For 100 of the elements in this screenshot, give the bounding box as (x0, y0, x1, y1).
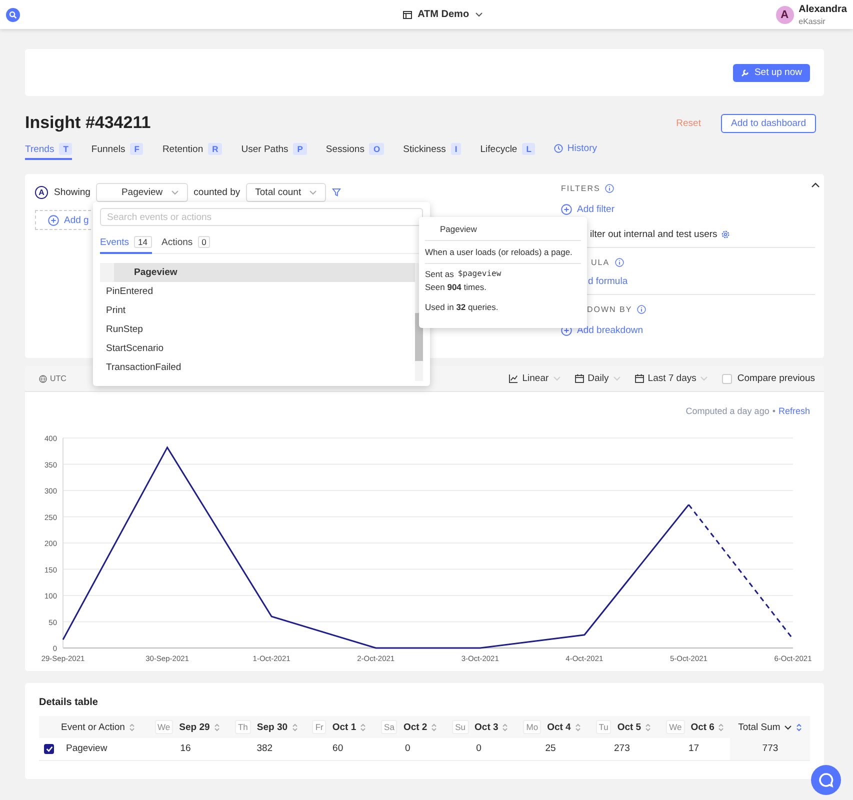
calendar-icon (574, 374, 584, 383)
sort-icon (128, 722, 135, 732)
insight-tab[interactable]: Trends T (25, 143, 72, 160)
formula-heading: ULA (591, 258, 610, 267)
breakdown-heading: DOWN BY (587, 305, 632, 314)
event-option[interactable]: RunStep (100, 320, 415, 339)
search-field[interactable]: Search events or actions (100, 208, 423, 226)
column-header[interactable]: Total Sum (730, 716, 810, 738)
add-graph-button[interactable]: Add g (35, 210, 91, 230)
insight-tab[interactable]: Stickiness I (403, 143, 462, 160)
chat-button[interactable] (811, 765, 841, 795)
gear-icon[interactable] (721, 230, 730, 239)
table-cell: 0 (372, 738, 444, 760)
event-option[interactable]: StartScenario (100, 339, 415, 358)
counted-by-label: counted by (194, 186, 240, 198)
compare-label: Compare previous (737, 373, 815, 384)
table-cell: 16 (145, 738, 226, 760)
dropdown-tab[interactable]: Events 14 (100, 232, 152, 254)
column-header[interactable]: Th Sep 30 (226, 716, 304, 738)
chevron-down-icon (700, 376, 708, 381)
column-header[interactable]: Fr Oct 1 (304, 716, 372, 738)
table-cell: 773 (730, 738, 810, 760)
separator-dot: • (772, 406, 776, 418)
sort-icon (214, 722, 220, 732)
chevron-down-icon (612, 376, 621, 381)
computed-note: Computed a day ago (686, 406, 770, 418)
filter-icon[interactable] (332, 188, 342, 196)
line-chart-icon (509, 374, 518, 383)
refresh-link[interactable]: Refresh (778, 406, 810, 426)
test-users-label: ilter out internal and test users (590, 229, 718, 240)
table-cell: 382 (226, 738, 304, 760)
column-header[interactable]: Su Oct 3 (443, 716, 514, 738)
series-letter-badge: A (35, 186, 48, 198)
setup-button[interactable]: Set up now (733, 64, 810, 82)
user-avatar[interactable]: A (776, 6, 794, 24)
globe-icon (39, 374, 47, 382)
info-icon (637, 305, 646, 314)
chat-bubble-icon (818, 772, 834, 788)
date-range-select[interactable]: Last 7 days (634, 373, 708, 384)
showing-label: Showing (54, 186, 90, 198)
event-option[interactable]: TransactionFailed (100, 358, 415, 377)
sent-as-label: Sent as (425, 269, 454, 279)
interval-select[interactable]: Daily (574, 373, 621, 384)
row-checkbox[interactable] (44, 744, 54, 754)
column-header[interactable]: We Oct 6 (657, 716, 730, 738)
event-select[interactable]: Pageview (96, 182, 188, 202)
insight-tab[interactable]: Retention R (162, 143, 222, 160)
column-header[interactable]: Sa Oct 2 (372, 716, 444, 738)
organization-name: eKassir (798, 16, 826, 26)
math-select[interactable]: Total count (246, 182, 326, 202)
add-to-dashboard-button[interactable]: Add to dashboard (720, 114, 816, 132)
column-header[interactable]: We Sep 29 (145, 716, 226, 738)
sort-icon (718, 722, 724, 732)
chevron-down-icon (475, 12, 484, 17)
table-cell: 25 (514, 738, 587, 760)
event-option[interactable]: Pageview (100, 263, 415, 282)
plus-circle-icon (48, 214, 59, 226)
insight-tab[interactable]: Funnels F (91, 143, 144, 160)
wrench-icon (741, 68, 750, 76)
event-option[interactable]: Print (100, 301, 415, 320)
details-title: Details table (39, 697, 99, 708)
sort-icon (431, 722, 438, 732)
timezone-label: UTC (50, 374, 66, 383)
sort-icon (360, 722, 366, 732)
sort-icon (645, 722, 652, 732)
used-count-text: Used in 32 queries. (425, 302, 500, 312)
compare-checkbox[interactable] (722, 374, 732, 384)
sort-icon (292, 722, 298, 732)
event-name: Pageview (66, 743, 108, 754)
column-header[interactable]: Tu Oct 5 (586, 716, 658, 738)
insight-tab[interactable]: Sessions O (326, 143, 384, 160)
insight-tab[interactable]: User Paths P (241, 143, 307, 160)
info-icon (614, 258, 624, 267)
column-header[interactable]: Mo Oct 4 (514, 716, 587, 738)
insight-title: Insight #434211 (25, 113, 152, 133)
table-cell: 60 (304, 738, 372, 760)
scale-select[interactable]: Linear (509, 373, 561, 384)
sort-icon (502, 722, 508, 732)
add-filter-link[interactable]: Add filter (561, 204, 815, 215)
chevron-up-icon[interactable] (811, 182, 820, 188)
history-link[interactable]: History (554, 143, 597, 154)
insight-tab[interactable]: Lifecycle L (480, 143, 536, 160)
user-name: Alexandra (798, 4, 847, 14)
table-cell: 273 (586, 738, 658, 760)
info-icon (605, 184, 614, 193)
tooltip-title: Pageview (425, 224, 581, 241)
table-cell: 0 (443, 738, 514, 760)
project-name[interactable]: ATM Demo (418, 9, 470, 20)
window-icon (402, 10, 412, 18)
column-header[interactable]: Event or Action (39, 716, 146, 738)
filters-heading: FILTERS (561, 184, 600, 193)
search-icon[interactable] (6, 8, 20, 22)
tooltip-description: When a user loads (or reloads) a page. (425, 241, 581, 264)
calendar-icon (634, 374, 644, 383)
chevron-down-icon (170, 190, 179, 194)
seen-count-text: Seen 904 times. (425, 282, 488, 292)
sort-icon (796, 722, 802, 732)
event-option[interactable]: PinEntered (100, 282, 415, 301)
clock-icon (554, 144, 564, 153)
dropdown-tab[interactable]: Actions 0 (162, 232, 210, 254)
